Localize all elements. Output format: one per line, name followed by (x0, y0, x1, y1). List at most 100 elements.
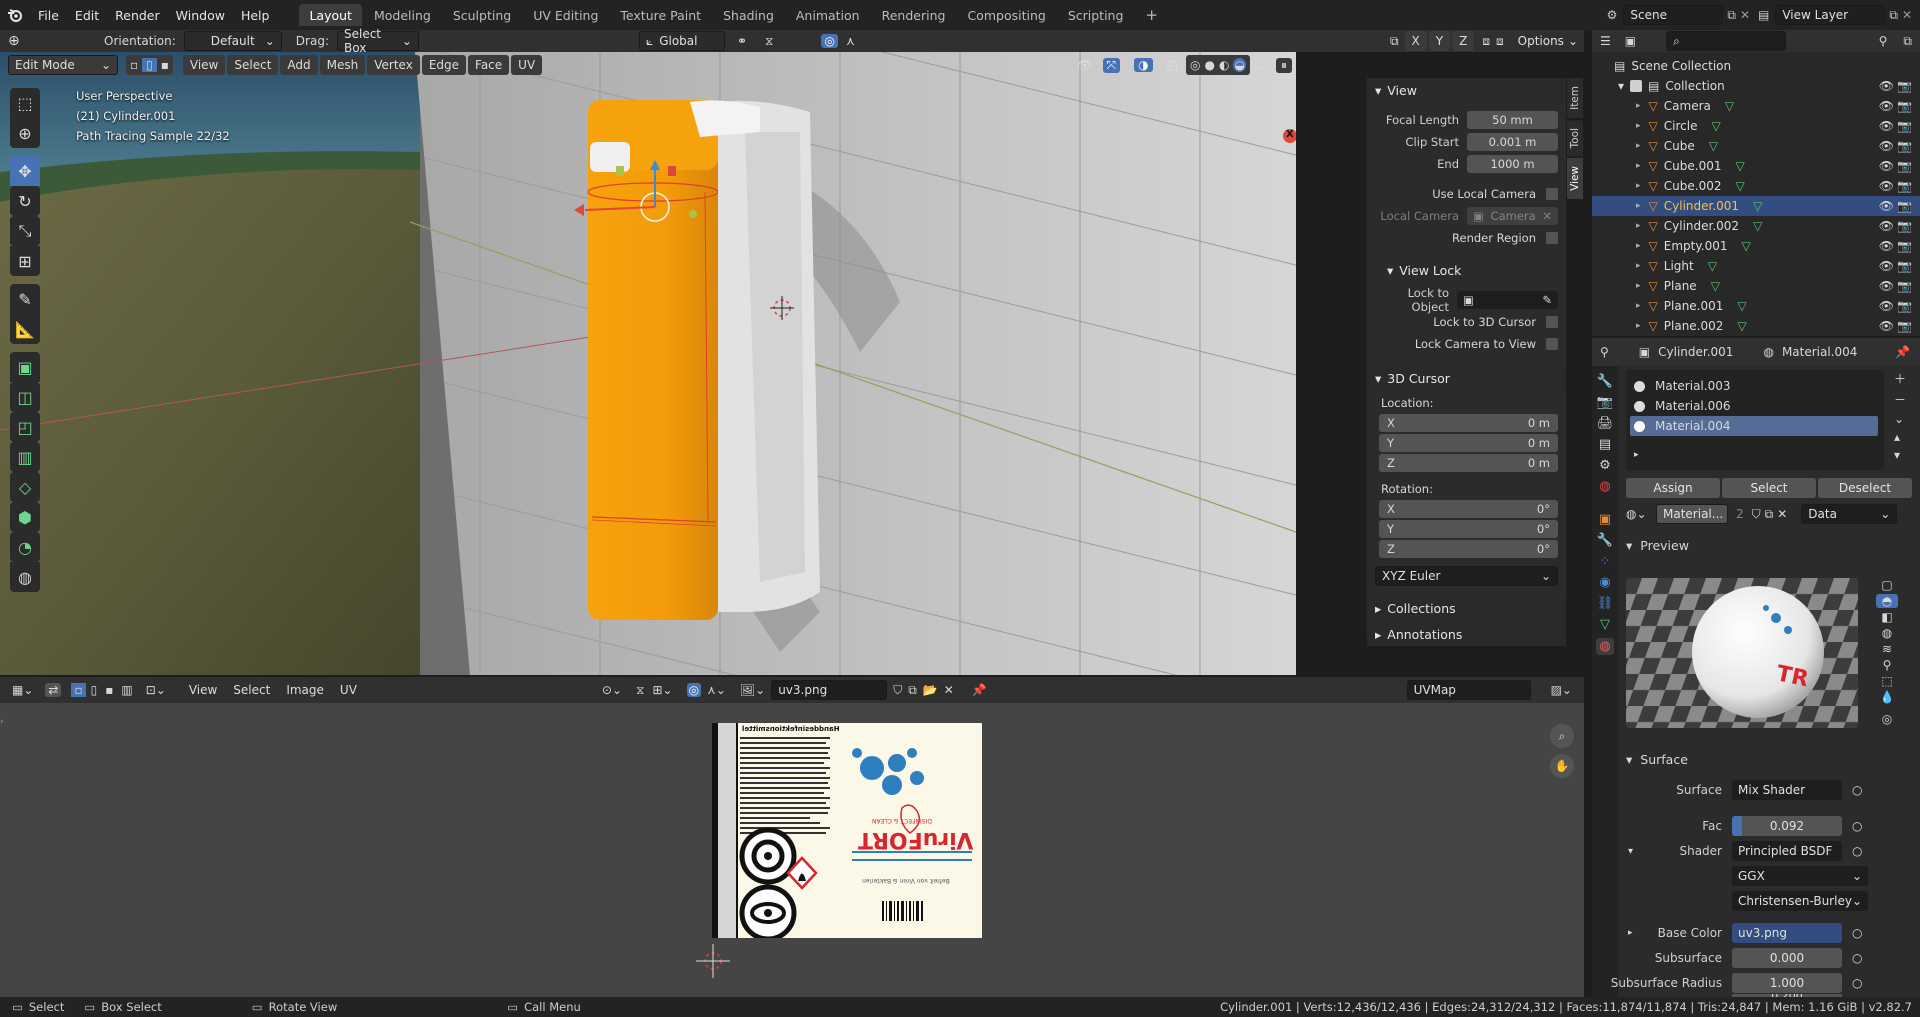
outliner-collection[interactable]: ▾ ▤ Collection 👁 📷 (1592, 76, 1920, 96)
constraints-tab-icon[interactable]: ⛓ (1597, 596, 1614, 611)
vertex-select-icon[interactable]: ▫ (126, 58, 142, 72)
tab-view[interactable]: View (1567, 158, 1583, 200)
outliner-search-input[interactable]: ⌕ (1666, 31, 1787, 51)
menu-edit[interactable]: Edit (67, 4, 107, 26)
eye-icon[interactable]: 👁 (1879, 259, 1894, 273)
expand-icon[interactable]: ▸ (1636, 141, 1641, 151)
tab-texture-paint[interactable]: Texture Paint (610, 4, 711, 26)
camera-render-icon[interactable]: 📷 (1897, 219, 1912, 233)
face-select-icon[interactable]: ▪ (157, 58, 173, 72)
cursor-icon[interactable]: ⊕ (10, 118, 40, 148)
uv-pivot-icon[interactable]: ⊙⌄ (602, 683, 622, 697)
camera-render-icon[interactable]: 📷 (1897, 139, 1912, 153)
fake-user-icon[interactable]: ⛉ (1752, 507, 1761, 522)
menu-vertex[interactable]: Vertex (367, 55, 420, 75)
menu-mesh[interactable]: Mesh (319, 55, 366, 75)
render-tab-icon[interactable]: 📷 (1597, 395, 1613, 410)
camera-render-icon[interactable]: 📷 (1897, 79, 1912, 93)
view-layer-name[interactable]: View Layer (1775, 5, 1886, 25)
cursor-location-z[interactable]: Z 0 m (1379, 454, 1558, 472)
camera-render-icon[interactable]: 📷 (1897, 239, 1912, 253)
expand-icon[interactable]: ▸ (1636, 261, 1641, 271)
view-layer-selector[interactable]: ▤ View Layer ⧉ ✕ (1758, 5, 1912, 25)
outliner-scene-collection[interactable]: ▤ Scene Collection (1592, 56, 1920, 76)
expand-icon[interactable]: ▸ (1636, 281, 1641, 291)
loop-cut-icon[interactable]: ▥ (10, 442, 40, 472)
socket-icon[interactable]: ○ (1852, 976, 1862, 990)
drag-dropdown[interactable]: Select Box ⌄ (336, 27, 419, 55)
3d-viewport[interactable]: User Perspective (21) Cylinder.001 Path … (0, 52, 1296, 675)
move-up-icon[interactable]: ▴ (1894, 430, 1906, 444)
outliner-item[interactable]: ▸ ▽ Plane.002 ▽ 👁 📷 (1592, 316, 1920, 336)
expand-icon[interactable]: ▸ (1636, 301, 1641, 311)
uv-falloff-icon[interactable]: ⋏⌄ (707, 683, 726, 697)
browse-material-icon[interactable]: ◍⌄ (1626, 507, 1652, 521)
render-region-checkbox[interactable] (1546, 232, 1558, 244)
annotate-icon[interactable]: ✎ (10, 284, 40, 314)
poly-build-icon[interactable]: ⬢ (10, 502, 40, 532)
expand-icon[interactable]: ▸ (1636, 241, 1641, 251)
visibility-icon[interactable]: 👁 (1077, 58, 1092, 72)
collapse-icon[interactable]: ▸ (1634, 450, 1639, 460)
mode-dropdown[interactable]: Edit Mode ⌄ (8, 55, 118, 75)
eye-icon[interactable]: 👁 (1879, 119, 1894, 133)
uv-2d-cursor[interactable] (696, 944, 730, 978)
image-name-field[interactable]: uv3.png (771, 680, 888, 700)
clip-start-field[interactable]: 0.001 m (1467, 133, 1558, 151)
cursor-section-header[interactable]: ▾ 3D Cursor (1367, 366, 1566, 390)
cursor-location-y[interactable]: Y 0 m (1379, 434, 1558, 452)
uv-island-icon[interactable]: ▥ (118, 683, 135, 697)
socket-icon[interactable]: ○ (1852, 819, 1862, 833)
outliner-item[interactable]: ▸ ▽ Cylinder.002 ▽ 👁 📷 (1592, 216, 1920, 236)
uv-menu-select[interactable]: Select (226, 680, 277, 700)
uv-editor-canvas[interactable]: Handdesinfektionsmittel ViruFORT DISINFE… (0, 703, 1584, 997)
deselect-button[interactable]: Deselect (1818, 478, 1912, 498)
expand-icon[interactable]: ▸ (1636, 121, 1641, 131)
hair-preview-icon[interactable]: ≋ (1882, 642, 1892, 656)
orientation-dropdown[interactable]: Default ⌄ (183, 31, 282, 51)
subsurface-method-dropdown[interactable]: Christensen-Burley ⌄ (1732, 891, 1868, 911)
menu-file[interactable]: File (30, 4, 67, 26)
uvmap-field[interactable]: UVMap (1406, 680, 1531, 700)
remove-slot-icon[interactable]: － (1894, 391, 1906, 408)
smooth-icon[interactable]: ◍ (10, 562, 40, 592)
socket-icon[interactable]: ○ (1852, 783, 1862, 797)
mirror-icon[interactable]: ⧉ (1390, 34, 1399, 49)
active-tool-icon[interactable]: ⊕ (8, 33, 44, 49)
local-camera-field[interactable]: ▣ Camera ✕ (1467, 207, 1558, 225)
surface-shader-field[interactable]: Mix Shader (1732, 780, 1842, 800)
scene-tab-icon[interactable]: ⚙ (1599, 458, 1611, 473)
camera-render-icon[interactable]: 📷 (1897, 179, 1912, 193)
expand-icon[interactable]: ▸ (1636, 221, 1641, 231)
eye-icon[interactable]: 👁 (1879, 99, 1894, 113)
user-count[interactable]: 2 (1732, 507, 1748, 521)
image-browse-icon[interactable]: 🖼⌄ (740, 683, 765, 697)
uv-proportional-icon[interactable]: ◎ (686, 683, 702, 697)
shading-options-icon[interactable]: ⌄ (1256, 58, 1266, 72)
pin-icon[interactable]: 📌 (1895, 345, 1910, 359)
uv-menu-uv[interactable]: UV (333, 680, 364, 700)
menu-uv[interactable]: UV (511, 55, 543, 75)
outliner-item[interactable]: ▸ ▽ Circle ▽ 👁 📷 (1592, 116, 1920, 136)
uv-vertex-icon[interactable]: ▫ (71, 683, 86, 697)
mirror-y-button[interactable]: Y (1428, 31, 1451, 51)
distribution-dropdown[interactable]: GGX ⌄ (1732, 866, 1868, 886)
particles-tab-icon[interactable]: ⁘ (1600, 554, 1611, 569)
outliner-item[interactable]: ▸ ▽ Empty.001 ▽ 👁 📷 (1592, 236, 1920, 256)
output-tab-icon[interactable]: 🖨 (1597, 416, 1614, 431)
material-shading-icon[interactable]: ◐ (1219, 58, 1229, 72)
material-slot[interactable]: Material.003 (1626, 376, 1884, 396)
base-color-texture-field[interactable]: uv3.png (1732, 923, 1842, 943)
lock-camera-checkbox[interactable] (1546, 338, 1558, 350)
material-tab-icon[interactable]: ◍ (1596, 638, 1614, 655)
select-button[interactable]: Select (1722, 478, 1816, 498)
focal-length-field[interactable]: 50 mm (1467, 111, 1558, 129)
assign-button[interactable]: Assign (1626, 478, 1720, 498)
socket-icon[interactable]: ○ (1852, 844, 1862, 858)
new-collection-icon[interactable]: ⧉ (1903, 34, 1912, 49)
menu-view[interactable]: View (182, 55, 226, 75)
outliner-item[interactable]: ▸ ▽ Light ▽ 👁 📷 (1592, 256, 1920, 276)
editor-type-icon[interactable]: ⚲ (1600, 345, 1609, 359)
camera-render-icon[interactable]: 📷 (1897, 199, 1912, 213)
shader-field[interactable]: Principled BSDF (1732, 841, 1842, 861)
